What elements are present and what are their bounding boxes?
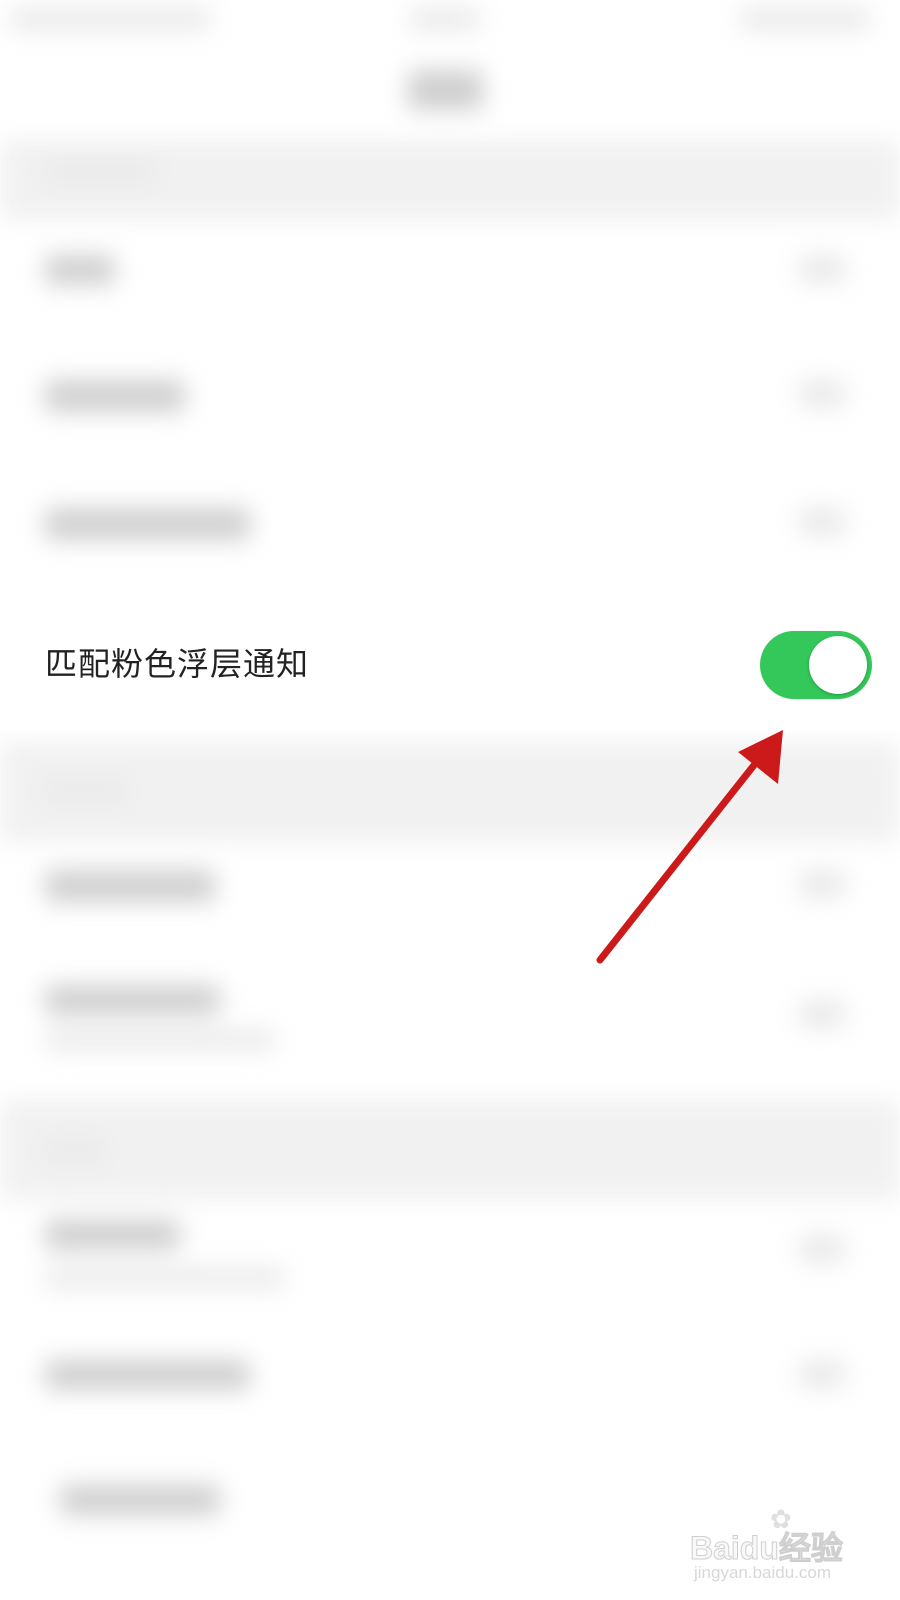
blurred-background [0, 0, 900, 1600]
settings-screen: 匹配粉色浮层通知 ✿ Baidu经验 jingyan.baidu.com [0, 0, 900, 1600]
setting-label: 匹配粉色浮层通知 [45, 645, 310, 683]
toggle-knob [809, 636, 867, 694]
pink-overlay-notification-toggle[interactable] [760, 631, 872, 699]
baidu-jingyan-watermark: ✿ Baidu经验 jingyan.baidu.com [690, 1505, 844, 1582]
